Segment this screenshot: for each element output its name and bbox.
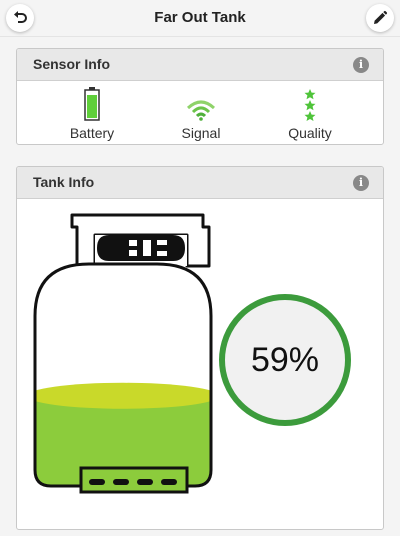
tank-info-header: Tank Info i xyxy=(17,167,383,199)
undo-arrow-icon xyxy=(14,11,27,23)
sensor-info-header: Sensor Info i xyxy=(17,49,383,81)
sensor-info-title: Sensor Info xyxy=(33,56,111,72)
info-icon[interactable]: i xyxy=(353,175,369,191)
app-root: Far Out Tank Sensor Info i Battery Signa… xyxy=(0,0,400,536)
quality-status[interactable]: Quality xyxy=(265,83,355,141)
back-button[interactable] xyxy=(6,4,34,32)
tank-visual: 59% xyxy=(17,198,383,529)
sensor-info-panel: Sensor Info i Battery Signal Quality xyxy=(16,48,384,145)
pencil-icon xyxy=(374,10,388,24)
battery-icon xyxy=(84,87,100,121)
tank-level-percent: 59% xyxy=(250,340,320,379)
page-title: Far Out Tank xyxy=(154,9,246,26)
quality-label: Quality xyxy=(288,125,332,141)
stars-icon xyxy=(304,89,316,121)
tank-valve-icon xyxy=(97,235,185,261)
app-header: Far Out Tank xyxy=(0,0,400,37)
info-icon[interactable]: i xyxy=(353,57,369,73)
battery-label: Battery xyxy=(69,125,115,141)
signal-status[interactable]: Signal xyxy=(156,83,246,141)
tank-liquid-surface xyxy=(35,382,211,409)
tank-info-panel: Tank Info i 59% xyxy=(16,166,384,530)
wifi-signal-icon xyxy=(186,100,216,121)
signal-label: Signal xyxy=(181,125,221,141)
edit-button[interactable] xyxy=(366,4,394,32)
tank-level-gauge: 59% xyxy=(219,294,351,426)
tank-liquid-fill xyxy=(35,395,211,486)
tank-info-title: Tank Info xyxy=(33,174,95,190)
battery-status[interactable]: Battery xyxy=(47,83,137,141)
